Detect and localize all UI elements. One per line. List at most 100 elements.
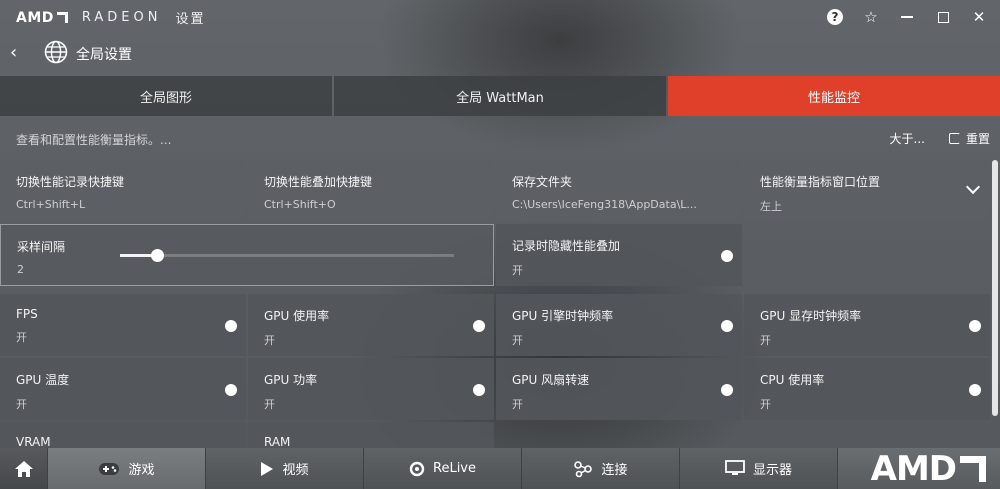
nav-games-label: 游戏 — [128, 463, 155, 478]
metric-gpu-temperature-tile[interactable]: GPU 温度 开 — [0, 358, 246, 420]
radeon-settings-window: AMD RADEON 设置 ? ☆ ✕ ‹ 全局设置 全局图形 全局 WattM… — [0, 0, 1000, 489]
toggle-switch[interactable] — [721, 384, 733, 396]
log-hotkey-tile[interactable]: 切换性能记录快捷键 Ctrl+Shift+L — [0, 160, 246, 222]
toggle-switch[interactable] — [721, 250, 733, 262]
sampling-interval-slider[interactable] — [120, 249, 454, 262]
help-button[interactable]: ? — [824, 6, 846, 28]
tile-value: 2 — [17, 263, 24, 276]
slider-handle[interactable] — [150, 249, 164, 262]
toggle-switch[interactable] — [969, 384, 981, 396]
question-circle-icon: ? — [827, 9, 843, 25]
favorite-button[interactable]: ☆ — [860, 6, 882, 28]
toggle-switch[interactable] — [721, 320, 733, 332]
connect-icon — [574, 460, 593, 477]
product-name: RADEON — [81, 10, 162, 25]
tile-value: 开 — [264, 334, 275, 347]
nav-video[interactable]: 视频 — [206, 448, 364, 489]
metric-vram-tile[interactable]: VRAM — [0, 422, 246, 450]
toggle-switch[interactable] — [473, 320, 485, 332]
globe-icon — [44, 40, 68, 64]
maximize-icon — [937, 11, 949, 23]
page-header: ‹ 全局设置 — [0, 36, 1000, 72]
home-icon — [14, 460, 33, 477]
tile-label: FPS — [16, 307, 38, 321]
maximize-button[interactable] — [932, 6, 954, 28]
tile-value: 左上 — [760, 200, 782, 213]
metric-gpu-fan-speed-tile[interactable]: GPU 风扇转速 开 — [496, 358, 742, 420]
toggle-switch[interactable] — [969, 320, 981, 332]
toggle-switch[interactable] — [473, 384, 485, 396]
brand: AMD RADEON 设置 — [16, 8, 206, 28]
metric-gpu-power-tile[interactable]: GPU 功率 开 — [248, 358, 494, 420]
tile-label: 切换性能记录快捷键 — [16, 175, 125, 189]
tile-label: 采样间隔 — [17, 240, 66, 254]
toggle-switch[interactable] — [225, 320, 237, 332]
close-button[interactable]: ✕ — [968, 6, 990, 28]
metric-gpu-engine-clock-tile[interactable]: GPU 引擎时钟频率 开 — [496, 294, 742, 356]
tile-value: 开 — [760, 334, 771, 347]
save-folder-tile[interactable]: 保存文件夹 C:\Users\IceFeng318\AppData\L... — [496, 160, 742, 222]
settings-label: 设置 — [175, 12, 206, 27]
tile-value: Ctrl+Shift+L — [16, 198, 86, 211]
tile-value: 开 — [16, 398, 27, 411]
tile-label: GPU 温度 — [16, 373, 70, 387]
tile-value: 开 — [512, 264, 523, 277]
overlay-hotkey-tile[interactable]: 切换性能叠加快捷键 Ctrl+Shift+O — [248, 160, 494, 222]
tile-label: GPU 功率 — [264, 373, 318, 387]
about-link[interactable]: 大于... — [890, 130, 925, 147]
reset-icon — [948, 133, 960, 144]
minimize-icon — [901, 16, 913, 18]
tile-label: 切换性能叠加快捷键 — [264, 175, 373, 189]
description-actions: 大于... 重置 — [890, 130, 990, 147]
tile-value: Ctrl+Shift+O — [264, 198, 336, 211]
metric-gpu-usage-tile[interactable]: GPU 使用率 开 — [248, 294, 494, 356]
tab-performance-monitoring[interactable]: 性能监控 — [668, 76, 1000, 116]
tile-label: GPU 显存时钟频率 — [760, 309, 862, 323]
tile-value: C:\Users\IceFeng318\AppData\L... — [512, 198, 697, 211]
window-position-dropdown[interactable]: 性能衡量指标窗口位置 左上 — [744, 160, 990, 222]
metric-gpu-memory-clock-tile[interactable]: GPU 显存时钟频率 开 — [744, 294, 990, 356]
nav-connect-label: 连接 — [601, 463, 628, 478]
toggle-switch[interactable] — [225, 384, 237, 396]
metric-cpu-usage-tile[interactable]: CPU 使用率 开 — [744, 358, 990, 420]
tile-label: 记录时隐藏性能叠加 — [512, 239, 621, 253]
tile-label: GPU 引擎时钟频率 — [512, 309, 614, 323]
tile-value: 开 — [512, 334, 523, 347]
monitor-icon — [725, 460, 745, 475]
hide-overlay-toggle-tile[interactable]: 记录时隐藏性能叠加 开 — [496, 224, 742, 286]
window-controls: ? ☆ ✕ — [824, 6, 990, 28]
play-icon — [261, 461, 274, 476]
page-title: 全局设置 — [76, 47, 132, 63]
section-description: 查看和配置性能衡量指标。... — [16, 133, 172, 147]
relive-icon — [409, 461, 425, 476]
metric-ram-tile[interactable]: RAM — [248, 422, 494, 450]
nav-home[interactable] — [0, 448, 48, 489]
tile-label: 保存文件夹 — [512, 175, 573, 189]
nav-games[interactable]: 游戏 — [48, 448, 206, 489]
metric-fps-tile[interactable]: FPS 开 — [0, 294, 246, 356]
nav-relive[interactable]: ReLive — [364, 448, 522, 489]
tab-global-wattman[interactable]: 全局 WattMan — [334, 76, 666, 116]
nav-relive-label: ReLive — [433, 461, 476, 476]
tile-label: VRAM — [16, 435, 51, 449]
nav-display[interactable]: 显示器 — [680, 448, 838, 489]
tile-value: 开 — [760, 398, 771, 411]
bottom-navigation: 游戏 视频 ReLive 连接 显示器 AMD — [0, 448, 1000, 489]
gamepad-icon — [99, 462, 120, 475]
tab-global-graphics[interactable]: 全局图形 — [0, 76, 332, 116]
reset-button[interactable]: 重置 — [948, 130, 990, 147]
nav-connect[interactable]: 连接 — [522, 448, 680, 489]
close-icon: ✕ — [972, 8, 986, 26]
tile-label: GPU 风扇转速 — [512, 373, 590, 387]
vertical-scrollbar[interactable] — [992, 160, 998, 416]
title-bar: AMD RADEON 设置 ? ☆ ✕ — [0, 0, 1000, 34]
reset-label: 重置 — [965, 132, 990, 146]
chevron-left-icon: ‹ — [10, 42, 18, 63]
tile-label: GPU 使用率 — [264, 309, 330, 323]
back-button[interactable]: ‹ — [10, 42, 17, 63]
nav-system[interactable]: AMD — [838, 448, 1000, 489]
amd-logo: AMD — [16, 10, 68, 26]
tile-value: 开 — [512, 398, 523, 411]
tab-bar: 全局图形 全局 WattMan 性能监控 — [0, 76, 1000, 116]
minimize-button[interactable] — [896, 6, 918, 28]
